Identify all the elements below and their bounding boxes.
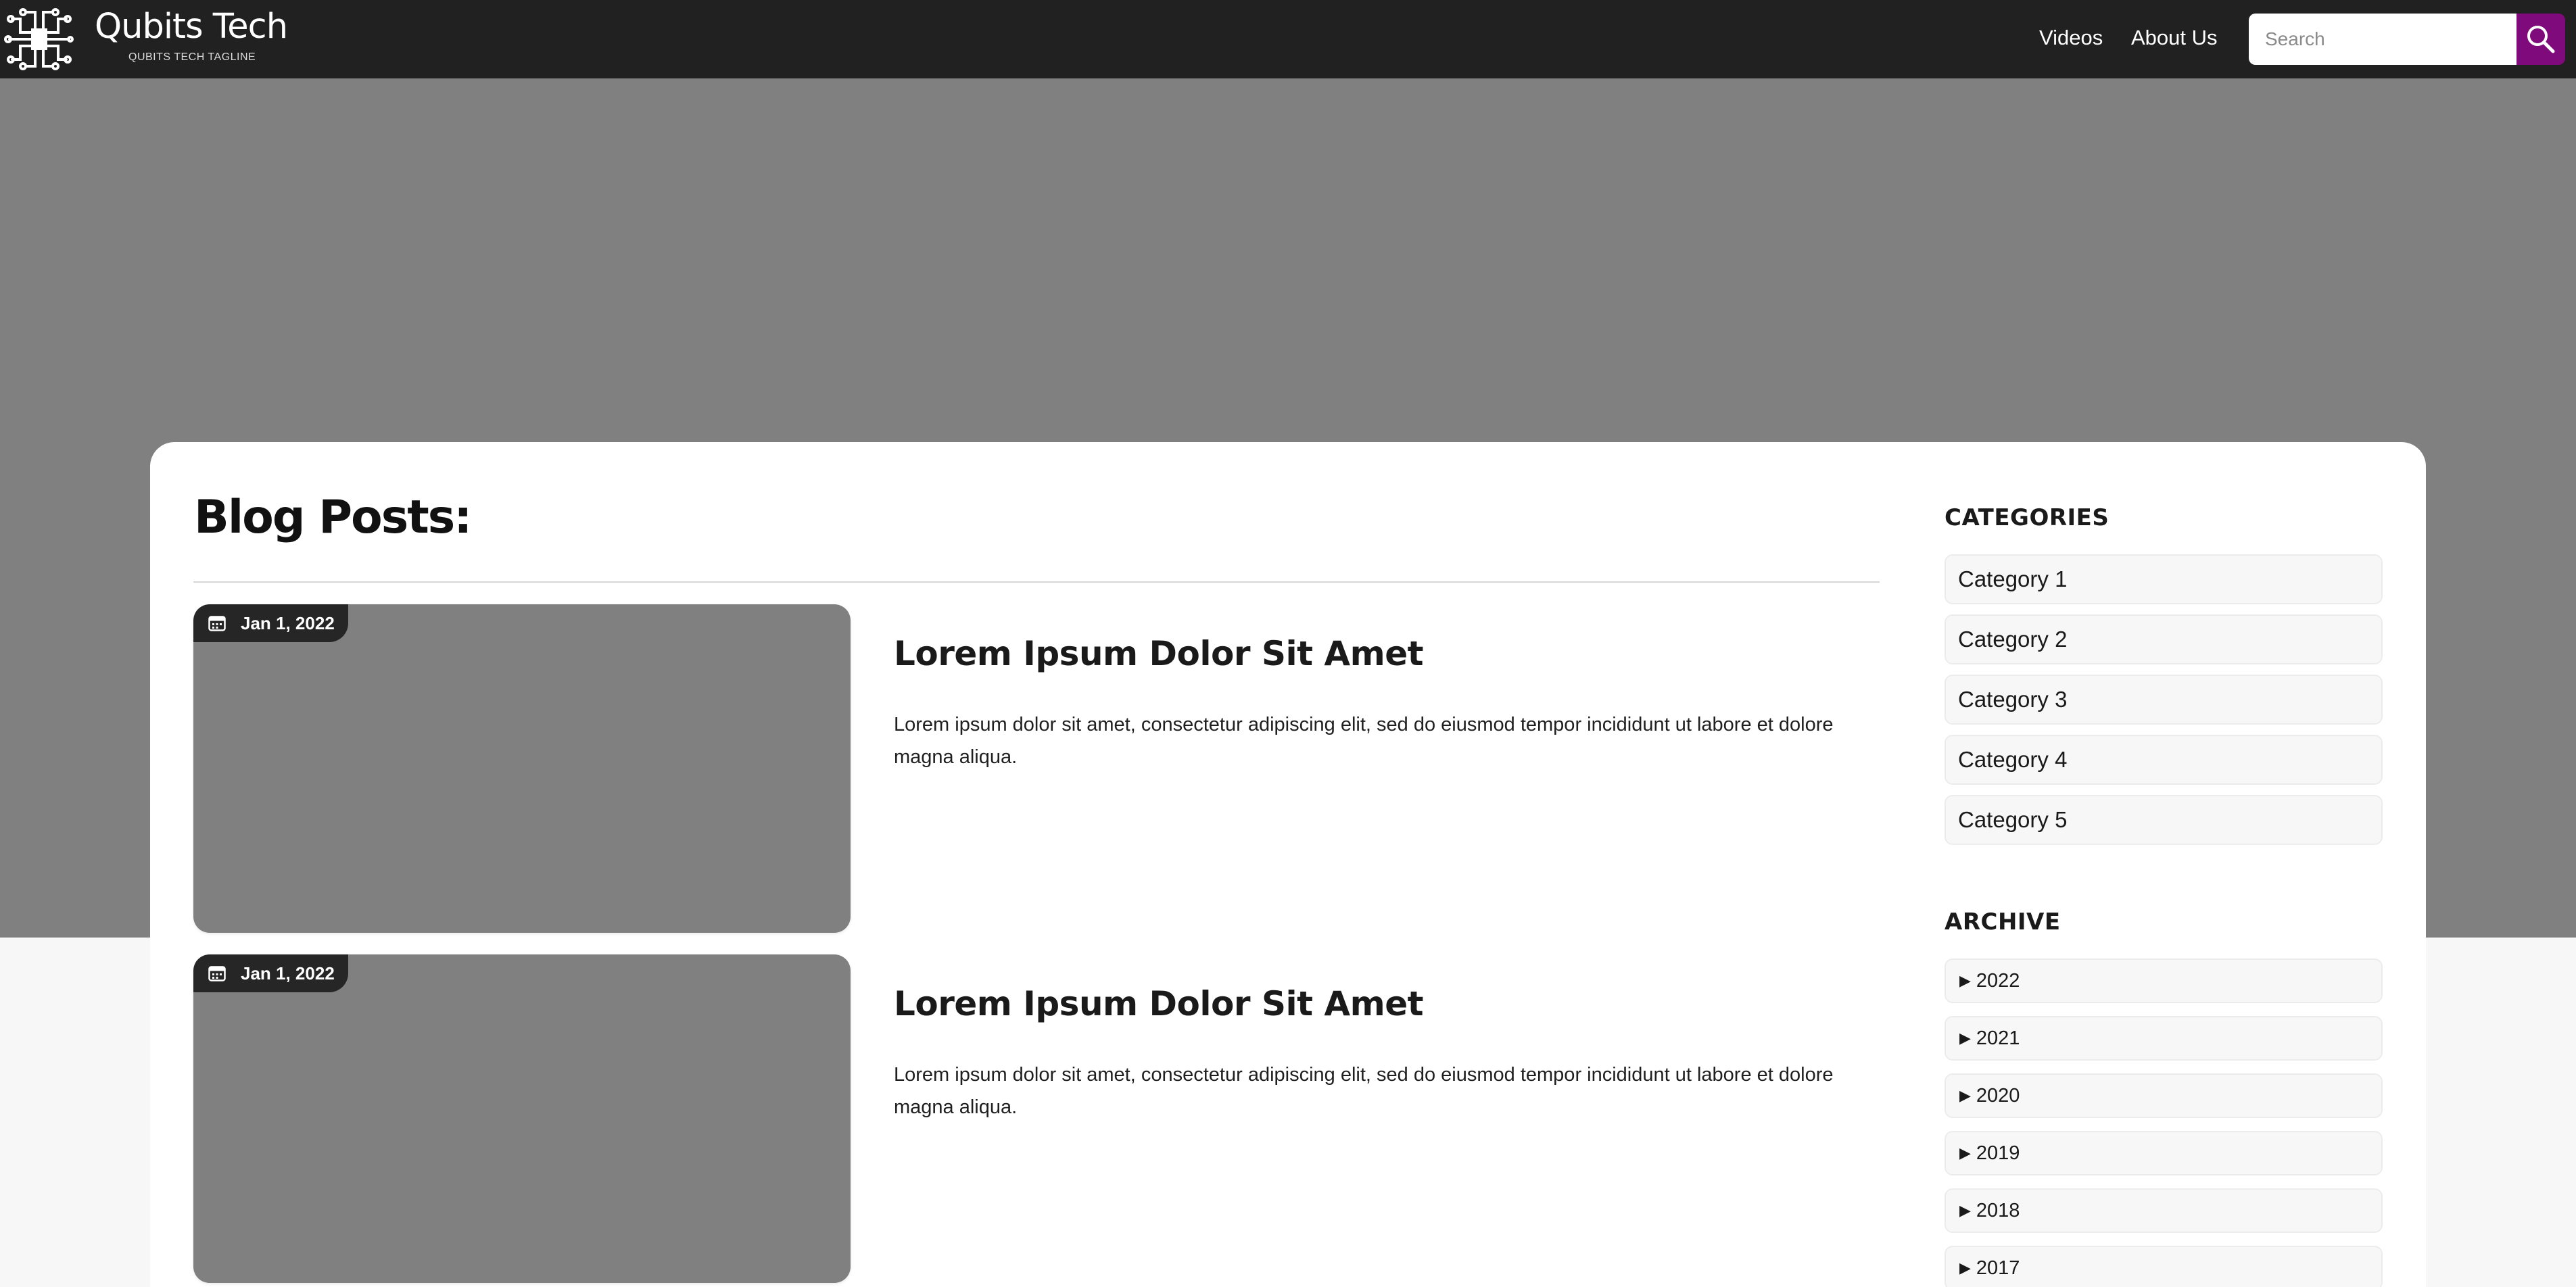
- magnifier-icon: [2527, 26, 2555, 53]
- top-navigation-bar: Qubits Tech QUBITS TECH TAGLINE Videos A…: [0, 0, 2576, 78]
- triangle-right-icon: ▶: [1959, 1144, 1971, 1161]
- archive-year: 2019: [1976, 1142, 2020, 1164]
- categories-heading: CATEGORIES: [1945, 504, 2109, 531]
- archive-year: 2021: [1976, 1027, 2020, 1049]
- nav-link-about-us[interactable]: About Us: [2131, 26, 2218, 50]
- calendar-icon: [208, 616, 226, 631]
- triangle-right-icon: ▶: [1959, 1087, 1971, 1104]
- title-divider: [193, 581, 1880, 583]
- brand-name[interactable]: Qubits Tech: [95, 7, 288, 47]
- archive-year: 2022: [1976, 969, 2020, 992]
- post-date: Jan 1, 2022: [241, 963, 335, 984]
- archive-year: 2017: [1976, 1257, 2020, 1279]
- post-excerpt: Lorem ipsum dolor sit amet, consectetur …: [894, 714, 1834, 768]
- archive-heading: ARCHIVE: [1945, 908, 2061, 936]
- page-title: Blog Posts:: [194, 491, 472, 544]
- triangle-right-icon: ▶: [1959, 1029, 1971, 1046]
- archive-item[interactable]: ▶ 2019: [1945, 1131, 2383, 1175]
- post-thumbnail[interactable]: Jan 1, 2022: [193, 954, 851, 1283]
- archive-item[interactable]: ▶ 2022: [1945, 958, 2383, 1003]
- category-item[interactable]: Category 2: [1945, 614, 2383, 664]
- archive-item[interactable]: ▶ 2021: [1945, 1016, 2383, 1061]
- post-excerpt: Lorem ipsum dolor sit amet, consectetur …: [894, 1064, 1834, 1118]
- post-thumbnail[interactable]: Jan 1, 2022: [193, 604, 851, 933]
- triangle-right-icon: ▶: [1959, 1259, 1971, 1276]
- category-item[interactable]: Category 5: [1945, 795, 2383, 845]
- triangle-right-icon: ▶: [1959, 972, 1971, 989]
- nav-link-videos[interactable]: Videos: [2039, 26, 2103, 50]
- category-item[interactable]: Category 3: [1945, 675, 2383, 725]
- category-item[interactable]: Category 4: [1945, 735, 2383, 785]
- search-button[interactable]: [2517, 14, 2565, 65]
- triangle-right-icon: ▶: [1959, 1202, 1971, 1219]
- circuit-chip-icon[interactable]: [4, 4, 74, 74]
- post-title[interactable]: Lorem Ipsum Dolor Sit Amet: [894, 984, 1424, 1023]
- content-card: Blog Posts: Jan 1, 2022 Lorem Ipsum Dolo…: [150, 442, 2426, 1287]
- archive-item[interactable]: ▶ 2017: [1945, 1246, 2383, 1287]
- archive-item[interactable]: ▶ 2020: [1945, 1073, 2383, 1118]
- archive-item[interactable]: ▶ 2018: [1945, 1188, 2383, 1233]
- archive-year: 2018: [1976, 1199, 2020, 1221]
- post-title[interactable]: Lorem Ipsum Dolor Sit Amet: [894, 634, 1424, 673]
- date-badge: Jan 1, 2022: [193, 954, 348, 992]
- category-item[interactable]: Category 1: [1945, 554, 2383, 604]
- calendar-icon: [208, 966, 226, 981]
- post-date: Jan 1, 2022: [241, 612, 335, 633]
- brand-tagline: QUBITS TECH TAGLINE: [128, 51, 256, 63]
- search-input[interactable]: [2249, 14, 2517, 65]
- archive-year: 2020: [1976, 1084, 2020, 1107]
- date-badge: Jan 1, 2022: [193, 604, 348, 642]
